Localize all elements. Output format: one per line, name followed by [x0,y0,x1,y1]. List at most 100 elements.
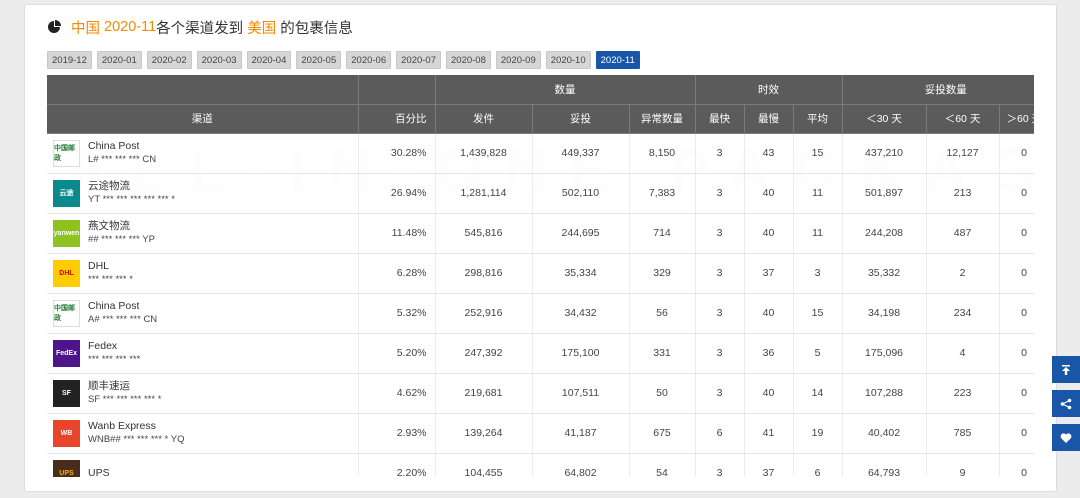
cell-percent: 2.93% [358,413,436,454]
title-destination: 美国 [247,20,277,37]
cell-abnormal: 8,150 [629,133,696,174]
cell-lt30: 35,332 [842,253,927,294]
cell-slowest: 40 [744,293,794,334]
header-lt60: ＜60 天 [926,104,1000,134]
cell-average: 11 [793,213,843,254]
cell-abnormal: 54 [629,453,696,477]
tab-month-2020-03[interactable]: 2020-03 [196,51,242,69]
tab-month-2020-06[interactable]: 2020-06 [346,51,392,69]
header-average: 平均 [793,104,843,134]
tab-month-2020-07[interactable]: 2020-07 [396,51,441,69]
cell-lt30: 175,096 [842,333,927,374]
table-body: 中国邮政 China Post L# *** *** *** CN 30.28% 1,4… [47,133,1034,477]
header-slowest: 最慢 [744,104,794,134]
header-channel: 渠道 [47,104,359,134]
cell-channel: SF 顺丰速运 SF *** *** *** *** * [47,373,359,414]
cell-delivered: 449,337 [532,133,630,174]
table-row: DHL DHL *** *** *** * 6.28% 298,816 35,334 329… [47,253,1034,294]
cell-fastest: 3 [695,253,745,294]
cell-percent: 2.20% [358,453,436,477]
cell-lt60: 9 [926,453,1000,477]
table-row: 中国邮政 China Post A# *** *** *** CN 5.32% 252,… [47,293,1034,334]
cell-slowest: 40 [744,213,794,254]
cell-shipped: 545,816 [435,213,533,254]
tab-month-2020-04[interactable]: 2020-04 [246,51,292,69]
cell-delivered: 41,187 [532,413,630,454]
cell-lt60: 223 [926,373,1000,414]
cell-delivered: 244,695 [532,213,630,254]
title-middle: 各个渠道发到 [156,20,244,37]
tracking-number-pattern: L# *** *** *** CN [88,154,157,165]
cell-delivered: 35,334 [532,253,630,294]
cell-lt30: 437,210 [842,133,927,174]
cell-percent: 4.62% [358,373,436,414]
tab-month-2020-08[interactable]: 2020-08 [446,51,491,69]
cell-fastest: 3 [695,133,745,174]
table-container: 数量 时效 妥投数量 渠道 百分比 发件 妥投 异常数量 最快 最慢 平均 ＜3… [47,75,1034,477]
cell-percent: 11.48% [358,213,436,254]
table-row: FedEx Fedex *** *** *** *** 5.20% 247,392 175… [47,333,1034,374]
cell-gt60: 0 [999,413,1034,454]
table-row: 中国邮政 China Post L# *** *** *** CN 30.28% 1,4… [47,133,1034,174]
cell-lt30: 64,793 [842,453,927,477]
cell-average: 15 [793,133,843,174]
cell-channel: yanwen 燕文物流 ## *** *** *** YP [47,213,359,254]
tab-month-2020-01[interactable]: 2020-01 [96,51,142,69]
tab-month-2019-12[interactable]: 2019-12 [47,51,92,69]
back-to-top-button[interactable] [1052,356,1080,383]
header-gt60: ＞60 天 [999,104,1034,134]
cell-average: 6 [793,453,843,477]
carrier-name: China Post [88,300,140,312]
tracking-number-pattern: *** *** *** * [88,274,133,285]
cell-gt60: 0 [999,293,1034,334]
cell-abnormal: 329 [629,253,696,294]
cell-slowest: 37 [744,253,794,294]
favorite-button[interactable] [1052,424,1080,451]
carrier-logo: DHL [53,259,80,287]
carrier-logo: UPS [53,459,80,477]
tracking-number-pattern: YT *** *** *** *** *** * [88,194,175,205]
header-lt30: ＜30 天 [842,104,927,134]
cell-shipped: 298,816 [435,253,533,294]
cell-slowest: 36 [744,333,794,374]
carrier-name: UPS [88,466,110,478]
cell-fastest: 3 [695,293,745,334]
tracking-number-pattern: SF *** *** *** *** * [88,394,162,405]
header-group-time: 时效 [695,75,843,105]
tab-month-2020-05[interactable]: 2020-05 [296,51,342,69]
cell-lt30: 244,208 [842,213,927,254]
cell-fastest: 3 [695,173,745,214]
table-row: yanwen 燕文物流 ## *** *** *** YP 11.48% 545,816… [47,213,1034,254]
tab-month-2020-10[interactable]: 2020-10 [545,51,591,69]
cell-gt60: 0 [999,173,1034,214]
cell-percent: 30.28% [358,133,436,174]
cell-average: 3 [793,253,843,294]
header-spacer-2 [358,75,436,105]
share-button[interactable] [1052,390,1080,417]
carrier-logo: WB [53,419,80,447]
cell-average: 14 [793,373,843,414]
header-fastest: 最快 [695,104,745,134]
cell-channel: FedEx Fedex *** *** *** *** [47,333,359,374]
carrier-logo: 云途 [53,179,80,207]
cell-slowest: 40 [744,173,794,214]
cell-lt30: 501,897 [842,173,927,214]
table-row: UPS UPS 2.20% 104,455 64,802 54 3 37 6 64,793 9 0 [47,453,1034,477]
cell-shipped: 104,455 [435,453,533,477]
header-abnormal: 异常数量 [629,104,696,134]
cell-fastest: 6 [695,413,745,454]
carrier-name: Wanb Express [88,420,156,432]
header-group-quantity: 数量 [435,75,696,105]
header-spacer-1 [47,75,359,105]
cell-shipped: 219,681 [435,373,533,414]
carrier-name: 顺丰速运 [88,380,130,392]
cell-gt60: 0 [999,253,1034,294]
header-shipped: 发件 [435,104,533,134]
tab-month-2020-09[interactable]: 2020-09 [495,51,541,69]
carrier-name: 云途物流 [88,180,130,192]
tab-month-2020-11[interactable]: 2020-11 [595,51,640,69]
cell-channel: DHL DHL *** *** *** * [47,253,359,294]
tab-month-2020-02[interactable]: 2020-02 [146,51,192,69]
cell-delivered: 107,511 [532,373,630,414]
cell-percent: 6.28% [358,253,436,294]
